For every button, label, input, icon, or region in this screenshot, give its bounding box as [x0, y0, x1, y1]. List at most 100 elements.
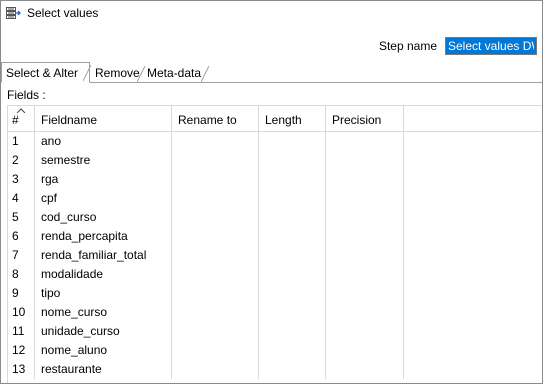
table-row[interactable]: 1 ano [8, 132, 542, 151]
length-cell[interactable] [259, 189, 326, 208]
fieldname-cell[interactable]: modalidade [35, 265, 172, 284]
tab-remove[interactable]: Remove [91, 64, 145, 82]
precision-cell[interactable] [326, 170, 404, 189]
table-row[interactable]: 13 restaurante [8, 360, 542, 379]
length-cell[interactable] [259, 360, 326, 379]
rename-to-cell[interactable] [172, 227, 259, 246]
empty-cell [404, 132, 542, 151]
rename-to-cell[interactable] [172, 189, 259, 208]
empty-cell [404, 227, 542, 246]
rename-to-cell[interactable] [172, 284, 259, 303]
fieldname-cell[interactable]: renda_familiar_total [35, 246, 172, 265]
row-number: 1 [8, 132, 35, 151]
precision-cell[interactable] [326, 132, 404, 151]
empty-cell [404, 151, 542, 170]
precision-cell[interactable] [326, 246, 404, 265]
fields-label: Fields : [7, 88, 46, 102]
empty-cell [404, 208, 542, 227]
fieldname-cell[interactable]: cpf [35, 189, 172, 208]
rename-to-cell[interactable] [172, 170, 259, 189]
row-number: 11 [8, 322, 35, 341]
rename-to-cell[interactable] [172, 303, 259, 322]
tab-meta-data[interactable]: Meta-data [143, 64, 209, 82]
empty-cell [404, 360, 542, 379]
empty-cell [404, 246, 542, 265]
rename-to-cell[interactable] [172, 265, 259, 284]
fieldname-cell[interactable]: nome_aluno [35, 341, 172, 360]
row-number: 8 [8, 265, 35, 284]
tab-label: Meta-data [147, 66, 202, 80]
tab-bar: Select & Alter Remove Meta-data [1, 62, 542, 83]
tab-separator [201, 66, 209, 82]
row-number: 5 [8, 208, 35, 227]
row-number: 9 [8, 284, 35, 303]
precision-cell[interactable] [326, 227, 404, 246]
rename-to-cell[interactable] [172, 341, 259, 360]
window-title: Select values [27, 6, 99, 20]
length-cell[interactable] [259, 170, 326, 189]
tab-select-and-alter[interactable]: Select & Alter [1, 62, 91, 83]
column-header-fieldname[interactable]: Fieldname [35, 106, 172, 131]
fieldname-cell[interactable]: renda_percapita [35, 227, 172, 246]
table-row[interactable]: 12 nome_aluno [8, 341, 542, 360]
length-cell[interactable] [259, 284, 326, 303]
precision-cell[interactable] [326, 303, 404, 322]
rename-to-cell[interactable] [172, 132, 259, 151]
length-cell[interactable] [259, 303, 326, 322]
rename-to-cell[interactable] [172, 360, 259, 379]
fieldname-cell[interactable]: semestre [35, 151, 172, 170]
step-name-input[interactable] [445, 37, 537, 55]
column-header-length[interactable]: Length [259, 106, 326, 131]
empty-cell [404, 341, 542, 360]
empty-cell [404, 265, 542, 284]
fields-table[interactable]: # Fieldname Rename to Length Precision 1… [7, 105, 542, 383]
precision-cell[interactable] [326, 265, 404, 284]
table-row[interactable]: 9 tipo [8, 284, 542, 303]
rename-to-cell[interactable] [172, 322, 259, 341]
precision-cell[interactable] [326, 341, 404, 360]
length-cell[interactable] [259, 151, 326, 170]
fieldname-cell[interactable]: nome_curso [35, 303, 172, 322]
precision-cell[interactable] [326, 151, 404, 170]
column-header-rename-to[interactable]: Rename to [172, 106, 259, 131]
rename-to-cell[interactable] [172, 246, 259, 265]
precision-cell[interactable] [326, 208, 404, 227]
table-row[interactable]: 11 unidade_curso [8, 322, 542, 341]
length-cell[interactable] [259, 227, 326, 246]
table-row[interactable]: 2 semestre [8, 151, 542, 170]
precision-cell[interactable] [326, 189, 404, 208]
fieldname-cell[interactable]: restaurante [35, 360, 172, 379]
row-number: 7 [8, 246, 35, 265]
length-cell[interactable] [259, 322, 326, 341]
tab-separator [83, 65, 91, 81]
select-values-step-icon [5, 5, 21, 21]
precision-cell[interactable] [326, 284, 404, 303]
length-cell[interactable] [259, 265, 326, 284]
precision-cell[interactable] [326, 360, 404, 379]
fieldname-cell[interactable]: rga [35, 170, 172, 189]
fieldname-cell[interactable]: tipo [35, 284, 172, 303]
column-header-precision[interactable]: Precision [326, 106, 404, 131]
table-row[interactable]: 4 cpf [8, 189, 542, 208]
row-number: 2 [8, 151, 35, 170]
table-row[interactable]: 8 modalidade [8, 265, 542, 284]
table-row[interactable]: 5 cod_curso [8, 208, 542, 227]
rename-to-cell[interactable] [172, 151, 259, 170]
fieldname-cell[interactable]: cod_curso [35, 208, 172, 227]
fieldname-cell[interactable]: unidade_curso [35, 322, 172, 341]
column-header-number[interactable]: # [8, 106, 35, 131]
length-cell[interactable] [259, 208, 326, 227]
table-row[interactable]: 10 nome_curso [8, 303, 542, 322]
rename-to-cell[interactable] [172, 208, 259, 227]
table-row[interactable]: 3 rga [8, 170, 542, 189]
length-cell[interactable] [259, 246, 326, 265]
empty-cell [404, 303, 542, 322]
precision-cell[interactable] [326, 322, 404, 341]
table-row[interactable]: 7 renda_familiar_total [8, 246, 542, 265]
length-cell[interactable] [259, 341, 326, 360]
tab-label: Select & Alter [6, 65, 79, 80]
row-number: 3 [8, 170, 35, 189]
table-row[interactable]: 6 renda_percapita [8, 227, 542, 246]
fieldname-cell[interactable]: ano [35, 132, 172, 151]
length-cell[interactable] [259, 132, 326, 151]
